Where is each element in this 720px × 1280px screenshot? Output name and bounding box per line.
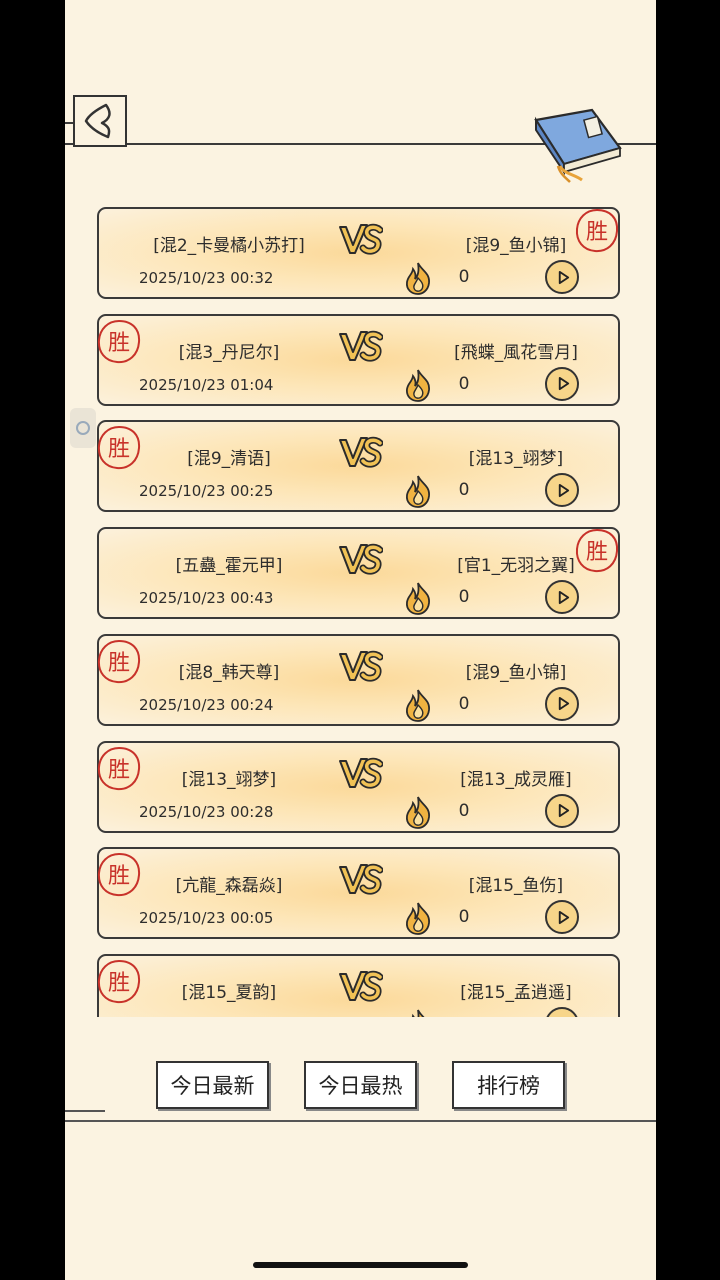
tab-ranking[interactable]: 排行榜 — [452, 1061, 565, 1109]
divider — [65, 1110, 105, 1112]
player-left-name: [混13_翊梦] — [181, 769, 277, 790]
win-stamp-icon: 胜 — [573, 207, 621, 255]
player-left-name: [混3_丹尼尔] — [178, 342, 280, 363]
player-right-name: [飛蝶_風花雪月] — [454, 342, 578, 363]
match-time: 2025/10/23 01:04 — [139, 375, 274, 394]
player-right-name: [混15_孟逍遥] — [460, 982, 572, 1003]
win-stamp-label: 胜 — [108, 437, 130, 462]
vs-icon — [337, 755, 384, 791]
play-icon — [556, 270, 571, 285]
fire-icon — [402, 474, 434, 509]
heat-count: 0 — [458, 587, 470, 608]
fire-icon — [402, 581, 434, 615]
vs-icon — [337, 968, 384, 1004]
home-indicator[interactable] — [253, 1262, 468, 1268]
play-icon — [556, 696, 571, 711]
match-time: 2025/10/23 00:28 — [139, 802, 274, 821]
book-icon[interactable] — [530, 108, 625, 183]
heat-count: 0 — [458, 800, 470, 821]
heat-count: 0 — [458, 267, 470, 287]
player-left-name: [五蠱_霍元甲] — [175, 556, 283, 577]
play-replay-button[interactable] — [545, 686, 579, 721]
win-stamp-label: 胜 — [586, 540, 608, 565]
match-card[interactable]: [混9_清语] [混13_翊梦] 2025/10/23 00:25 0 胜 — [97, 420, 620, 513]
play-replay-button[interactable] — [545, 580, 579, 615]
tab-today-newest[interactable]: 今日最新 — [156, 1061, 269, 1109]
player-right-name: [混13_翊梦] — [468, 449, 564, 470]
play-replay-button[interactable] — [545, 260, 579, 294]
win-stamp-icon: 胜 — [97, 318, 143, 366]
win-stamp-label: 胜 — [108, 651, 130, 676]
fire-icon — [402, 261, 434, 295]
fire-icon — [402, 901, 434, 936]
match-time: 2025/10/23 00:24 — [139, 695, 274, 714]
play-icon — [556, 803, 571, 818]
win-stamp-label: 胜 — [586, 220, 608, 245]
play-replay-button[interactable] — [545, 366, 579, 401]
fire-icon — [402, 795, 434, 829]
back-arrow-icon — [84, 103, 111, 139]
vs-icon — [337, 861, 384, 897]
heat-count: 0 — [458, 693, 470, 714]
fire-icon — [402, 368, 434, 402]
play-icon — [556, 483, 571, 498]
player-left-name: [混8_韩天尊] — [178, 662, 280, 683]
heat-count: 0 — [458, 907, 470, 928]
player-left-name: [混15_夏韵] — [181, 982, 277, 1003]
player-right-name: [混13_成灵雁] — [460, 769, 572, 790]
win-stamp-icon: 胜 — [97, 745, 143, 793]
heat-count: 0 — [458, 480, 470, 501]
player-right-name: [混9_鱼小锦] — [465, 662, 567, 683]
player-right-name: [混15_鱼伤] — [468, 876, 564, 897]
win-stamp-label: 胜 — [108, 864, 130, 889]
match-card[interactable]: [五蠱_霍元甲] [官1_无羽之翼] 2025/10/23 00:43 0 胜 — [97, 527, 621, 620]
win-stamp-label: 胜 — [108, 971, 130, 996]
match-time: 2025/10/23 00:05 — [139, 909, 274, 928]
win-stamp-label: 胜 — [108, 758, 130, 783]
play-icon — [556, 1016, 571, 1017]
win-stamp-label: 胜 — [108, 331, 130, 356]
match-card[interactable]: [混13_翊梦] [混13_成灵雁] 2025/10/23 00:28 0 胜 — [97, 740, 620, 833]
match-card[interactable]: [混8_韩天尊] [混9_鱼小锦] 2025/10/23 00:24 0 胜 — [97, 633, 620, 726]
vs-icon — [337, 434, 384, 470]
play-replay-button[interactable] — [545, 1006, 579, 1017]
win-stamp-icon: 胜 — [97, 424, 143, 472]
win-stamp-icon: 胜 — [97, 851, 143, 899]
match-card[interactable]: [亢龍_森磊焱] [混15_鱼伤] 2025/10/23 00:05 0 胜 — [97, 847, 620, 940]
play-icon — [556, 590, 571, 605]
vs-icon — [337, 221, 384, 257]
play-icon — [556, 376, 571, 391]
heat-count: 0 — [458, 373, 470, 394]
play-icon — [556, 910, 571, 925]
player-left-name: [混2_卡曼橘小苏打] — [153, 236, 305, 256]
tab-today-hottest[interactable]: 今日最热 — [304, 1061, 417, 1109]
side-float-tab[interactable] — [70, 408, 96, 448]
back-button[interactable] — [73, 95, 127, 147]
play-replay-button[interactable] — [545, 793, 579, 828]
divider — [65, 1120, 656, 1122]
fire-icon — [402, 1008, 434, 1017]
match-time: 2025/10/23 00:43 — [139, 589, 274, 608]
play-replay-button[interactable] — [545, 473, 579, 508]
win-stamp-icon: 胜 — [573, 527, 621, 575]
vs-icon — [337, 648, 384, 684]
player-left-name: [亢龍_森磊焱] — [175, 876, 283, 897]
win-stamp-icon: 胜 — [97, 638, 143, 686]
replay-screen: [混2_卡曼橘小苏打] [混9_鱼小锦] 2025/10/23 00:32 0 … — [65, 0, 656, 1280]
match-card[interactable]: [混15_夏韵] [混15_孟逍遥] 胜 — [97, 953, 620, 1017]
vs-icon — [337, 328, 384, 364]
match-time: 2025/10/23 00:32 — [139, 269, 274, 287]
win-stamp-icon: 胜 — [97, 958, 143, 1006]
match-time: 2025/10/23 00:25 — [139, 482, 274, 501]
fire-icon — [402, 688, 434, 722]
player-left-name: [混9_清语] — [187, 449, 271, 470]
play-replay-button[interactable] — [545, 900, 579, 935]
match-list[interactable]: [混2_卡曼橘小苏打] [混9_鱼小锦] 2025/10/23 00:32 0 … — [97, 205, 622, 1017]
match-card[interactable]: [混3_丹尼尔] [飛蝶_風花雪月] 2025/10/23 01:04 0 胜 — [97, 313, 620, 406]
match-card[interactable]: [混2_卡曼橘小苏打] [混9_鱼小锦] 2025/10/23 00:32 0 … — [97, 207, 620, 299]
pin-icon — [76, 421, 90, 435]
vs-icon — [337, 541, 384, 577]
